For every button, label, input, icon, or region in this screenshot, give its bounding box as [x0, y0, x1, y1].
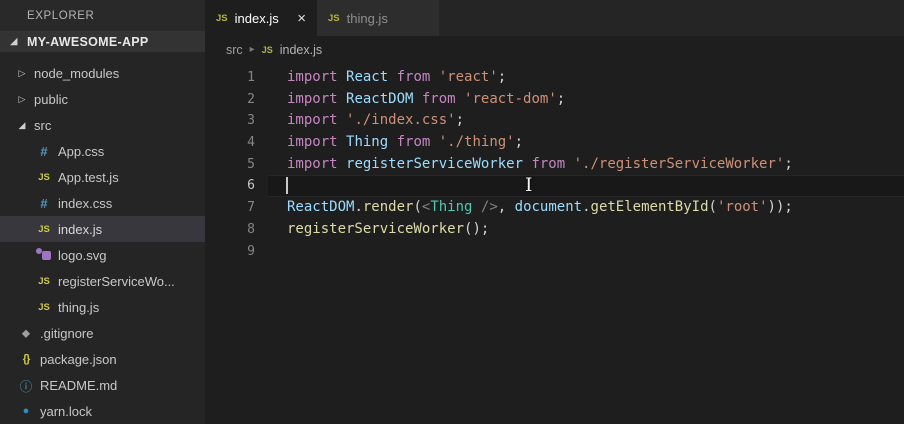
tree-item-package-json[interactable]: {} package.json: [0, 346, 205, 372]
json-icon: {}: [22, 353, 31, 365]
info-icon: ⓘ: [19, 379, 33, 394]
line-number: 5: [247, 156, 255, 172]
code-line-8[interactable]: 8 registerServiceWorker();: [205, 219, 904, 241]
breadcrumb: src ▸ JS index.js: [205, 36, 904, 63]
chevron-expanded-icon: ◢: [18, 119, 26, 130]
vscode-window: EXPLORER ◢ MY-AWESOME-APP ▷ node_modules ▷…: [0, 0, 904, 424]
explorer-sidebar: EXPLORER ◢ MY-AWESOME-APP ▷ node_modules ▷…: [0, 0, 205, 424]
code-text: registerServiceWorker();: [287, 220, 490, 237]
js-icon: JS: [38, 301, 50, 313]
tree-item-label: yarn.lock: [40, 403, 93, 419]
tree-item-label: App.test.js: [58, 169, 119, 185]
line-number: 3: [247, 113, 255, 129]
js-file-icon: JS: [328, 12, 340, 24]
tab-thing-js[interactable]: JS thing.js: [317, 0, 439, 36]
tree-item-label: logo.svg: [58, 247, 107, 263]
text-caret: [286, 177, 288, 195]
breadcrumb-file[interactable]: index.js: [280, 43, 322, 57]
code-line-9[interactable]: 9: [205, 241, 904, 263]
file-tree: ▷ node_modules ▷ public ◢ src # App.css JS App.te…: [0, 60, 205, 424]
line-number: 9: [247, 243, 255, 259]
tree-item-thing-js[interactable]: JS thing.js: [0, 294, 205, 320]
code-text: ReactDOM.render(<Thing />, document.getE…: [287, 199, 793, 216]
code-text: import './index.css';: [287, 112, 465, 129]
chevron-expanded-icon: ◢: [10, 36, 18, 47]
tree-item-label: public: [34, 91, 68, 107]
code-editor[interactable]: 1 import React from 'react'; 2 import React…: [205, 63, 904, 424]
tree-item-gitignore[interactable]: ⬥ .gitignore: [0, 320, 205, 346]
code-line-2[interactable]: 2 import ReactDOM from 'react-dom';: [205, 89, 904, 111]
tree-item-public[interactable]: ▷ public: [0, 86, 205, 112]
js-icon: JS: [38, 275, 50, 287]
explorer-header: EXPLORER: [0, 0, 205, 32]
code-line-5[interactable]: 5 import registerServiceWorker from './re…: [205, 154, 904, 176]
editor-group: JS index.js × JS thing.js src ▸ JS index…: [205, 0, 904, 424]
tree-item-label: App.css: [58, 143, 105, 159]
line-number: 7: [247, 200, 255, 216]
code-line-4[interactable]: 4 import Thing from './thing';: [205, 132, 904, 154]
tree-item-label: index.css: [58, 195, 113, 211]
tree-item-index-js[interactable]: JS index.js: [0, 216, 205, 242]
code-lines: 1 import React from 'react'; 2 import React…: [205, 67, 904, 262]
tree-item-logo-svg[interactable]: logo.svg: [0, 242, 205, 268]
tree-item-node-modules[interactable]: ▷ node_modules: [0, 60, 205, 86]
tab-label: thing.js: [346, 10, 388, 26]
code-line-3[interactable]: 3 import './index.css';: [205, 110, 904, 132]
svg-icon: [36, 248, 52, 262]
tree-item-label: thing.js: [58, 299, 100, 315]
tree-item-label: .gitignore: [40, 325, 94, 341]
code-line-7[interactable]: 7 ReactDOM.render(<Thing />, document.get…: [205, 197, 904, 219]
explorer-title: EXPLORER: [27, 9, 95, 22]
css-icon: #: [40, 195, 48, 211]
tree-item-label: src: [34, 117, 52, 133]
tree-item-label: package.json: [40, 351, 117, 367]
root-folder-row[interactable]: ◢ MY-AWESOME-APP: [0, 31, 205, 52]
tab-label: index.js: [234, 10, 279, 26]
tree-item-registerservicewo[interactable]: JS registerServiceWo...: [0, 268, 205, 294]
tree-item-label: registerServiceWo...: [58, 273, 175, 289]
tab-bar: JS index.js × JS thing.js: [205, 0, 904, 36]
line-number: 2: [247, 91, 255, 107]
chevron-collapsed-icon: ▷: [18, 93, 26, 104]
tree-item-src[interactable]: ◢ src: [0, 112, 205, 138]
js-icon: JS: [38, 223, 50, 235]
code-text: import ReactDOM from 'react-dom';: [287, 90, 566, 107]
tree-item-label: node_modules: [34, 65, 120, 81]
js-file-icon: JS: [216, 12, 228, 24]
tree-item-readme-md[interactable]: ⓘ README.md: [0, 372, 205, 398]
tree-item-index-css[interactable]: # index.css: [0, 190, 205, 216]
css-icon: #: [40, 143, 48, 159]
yarn-icon: ●: [22, 405, 30, 417]
tree-item-label: index.js: [58, 221, 103, 237]
line-number: 4: [247, 135, 255, 151]
close-tab-icon[interactable]: ×: [297, 11, 306, 26]
breadcrumb-folder[interactable]: src: [226, 43, 243, 57]
tab-index-js[interactable]: JS index.js ×: [205, 0, 317, 36]
line-number: 1: [247, 70, 255, 85]
root-folder-label: MY-AWESOME-APP: [27, 34, 149, 49]
code-line-6[interactable]: 6: [205, 175, 904, 197]
tree-item-app-test-js[interactable]: JS App.test.js: [0, 164, 205, 190]
chevron-collapsed-icon: ▷: [18, 67, 26, 78]
git-icon: ⬥: [21, 325, 31, 340]
tree-item-yarn-lock[interactable]: ● yarn.lock: [0, 398, 205, 424]
tree-item-app-css[interactable]: # App.css: [0, 138, 205, 164]
line-number: 8: [247, 221, 255, 237]
js-file-icon: JS: [261, 44, 273, 55]
tree-item-label: README.md: [40, 377, 118, 393]
code-text: import registerServiceWorker from './reg…: [287, 155, 793, 172]
code-line-1[interactable]: 1 import React from 'react';: [205, 67, 904, 89]
code-text: import React from 'react';: [287, 69, 507, 85]
js-icon: JS: [38, 171, 50, 183]
line-number: 6: [247, 178, 255, 194]
chevron-right-icon: ▸: [249, 44, 255, 55]
code-text: import Thing from './thing';: [287, 134, 524, 151]
